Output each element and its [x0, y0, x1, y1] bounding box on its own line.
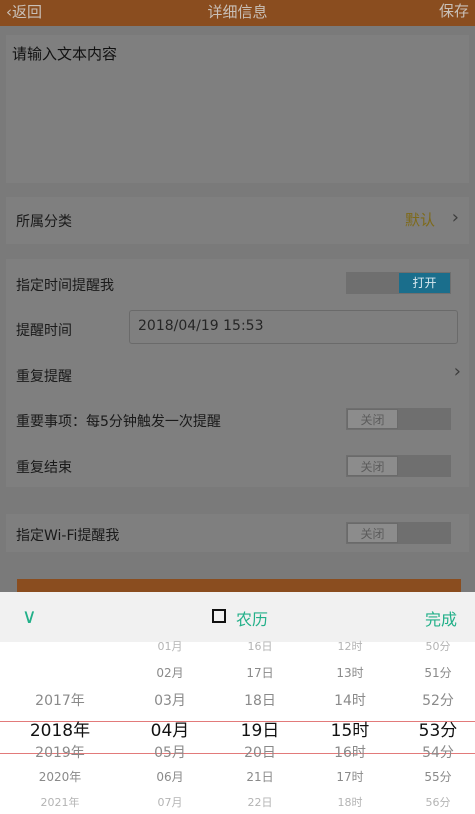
hour-column[interactable]: 12时 13时 14时 15时 16时 17时 18时 [310, 640, 390, 814]
year-column[interactable]: 2017年 2018年 2019年 2020年 2021年 [20, 642, 100, 814]
save-button[interactable]: 保存 [439, 0, 469, 21]
category-label: 所属分类 [16, 214, 72, 230]
chevron-right-icon: › [451, 207, 459, 228]
picker-item[interactable]: 06月 [130, 768, 210, 785]
picker-item[interactable]: 2021年 [20, 794, 100, 810]
repeat-end-label: 重复结束 [16, 460, 72, 476]
repeat-end-toggle[interactable]: 关闭 [346, 455, 451, 477]
top-bar: ‹返回 详细信息 保存 [0, 0, 475, 26]
picker-item[interactable]: 55分 [398, 768, 475, 785]
repeat-label: 重复提醒 [16, 369, 72, 385]
collapse-chevron-down-icon[interactable]: ∨ [22, 604, 37, 628]
picker-item[interactable]: 51分 [398, 664, 475, 681]
picker-item[interactable]: 02月 [130, 664, 210, 681]
picker-item[interactable]: 54分 [398, 742, 475, 762]
day-column[interactable]: 16日 17日 18日 19日 20日 21日 22日 [220, 640, 300, 814]
picker-item[interactable]: 50分 [398, 638, 475, 654]
time-label: 提醒时间 [16, 323, 72, 339]
picker-item[interactable]: 05月 [130, 742, 210, 762]
category-value: 默认 [404, 211, 435, 229]
picker-item[interactable]: 01月 [130, 638, 210, 654]
important-toggle[interactable]: 关闭 [346, 408, 451, 430]
picker-item[interactable]: 2017年 [20, 690, 100, 710]
picker-toolbar: ∨ 农历 完成 [0, 592, 475, 642]
important-toggle-label: 关闭 [347, 409, 398, 429]
picker-item[interactable]: 03月 [130, 690, 210, 710]
datetime-picker: ∨ 农历 完成 2017年 2018年 2019年 2020年 2021年 01月 02月… [0, 592, 475, 814]
month-column[interactable]: 01月 02月 03月 04月 05月 06月 07月 [130, 640, 210, 814]
picker-item[interactable]: 14时 [310, 690, 390, 710]
form-content: 请输入文本内容 所属分类 默认 › 指定时间提醒我 打开 提醒时间 2018/0… [0, 26, 475, 595]
wifi-toggle[interactable]: 关闭 [346, 522, 451, 544]
picker-item[interactable]: 20日 [220, 742, 300, 762]
time-value: 2018/04/19 15:53 [138, 318, 264, 334]
picker-item[interactable]: 18时 [310, 794, 390, 810]
picker-item[interactable]: 16时 [310, 742, 390, 762]
picker-item[interactable]: 16日 [220, 638, 300, 654]
picker-item[interactable]: 2019年 [20, 742, 100, 762]
picker-item[interactable]: 12时 [310, 638, 390, 654]
important-label: 重要事项：每5分钟触发一次提醒 [16, 414, 221, 430]
picker-item[interactable]: 2018年 [20, 716, 100, 741]
reminder-group: 指定时间提醒我 打开 提醒时间 2018/04/19 15:53 重复提醒 › … [6, 259, 469, 487]
note-placeholder: 请输入文本内容 [12, 45, 118, 63]
picker-item[interactable]: 13时 [310, 664, 390, 681]
wifi-toggle-label: 关闭 [347, 523, 398, 543]
picker-item[interactable]: 17时 [310, 768, 390, 785]
minute-column[interactable]: 50分 51分 52分 53分 54分 55分 56分 [398, 640, 475, 814]
wifi-label: 指定Wi-Fi提醒我 [16, 528, 120, 544]
picker-item[interactable]: 2020年 [20, 768, 100, 785]
picker-item[interactable]: 17日 [220, 664, 300, 681]
lunar-label[interactable]: 农历 [236, 606, 268, 630]
picker-item[interactable]: 22日 [220, 794, 300, 810]
lunar-checkbox[interactable] [212, 609, 226, 623]
note-textarea[interactable]: 请输入文本内容 [6, 35, 469, 183]
remind-me-label: 指定时间提醒我 [16, 278, 114, 294]
picker-item[interactable]: 52分 [398, 690, 475, 710]
picker-item[interactable]: 56分 [398, 794, 475, 810]
done-button[interactable]: 完成 [425, 606, 457, 630]
remind-toggle-label: 打开 [399, 273, 450, 293]
remind-toggle[interactable]: 打开 [346, 272, 451, 294]
time-field[interactable]: 2018/04/19 15:53 [129, 310, 458, 344]
picker-item[interactable]: 19日 [220, 716, 300, 741]
picker-item[interactable]: 07月 [130, 794, 210, 810]
picker-item[interactable]: 15时 [310, 716, 390, 741]
picker-item[interactable]: 18日 [220, 690, 300, 710]
picker-item[interactable]: 21日 [220, 768, 300, 785]
repeat-end-toggle-label: 关闭 [347, 456, 398, 476]
page-title: 详细信息 [207, 3, 268, 21]
picker-item[interactable]: 53分 [398, 716, 475, 741]
category-row[interactable]: 所属分类 默认 › [6, 197, 469, 244]
chevron-right-icon: › [453, 361, 461, 382]
picker-item[interactable]: 04月 [130, 716, 210, 741]
wifi-row: 指定Wi-Fi提醒我 关闭 [6, 514, 469, 552]
